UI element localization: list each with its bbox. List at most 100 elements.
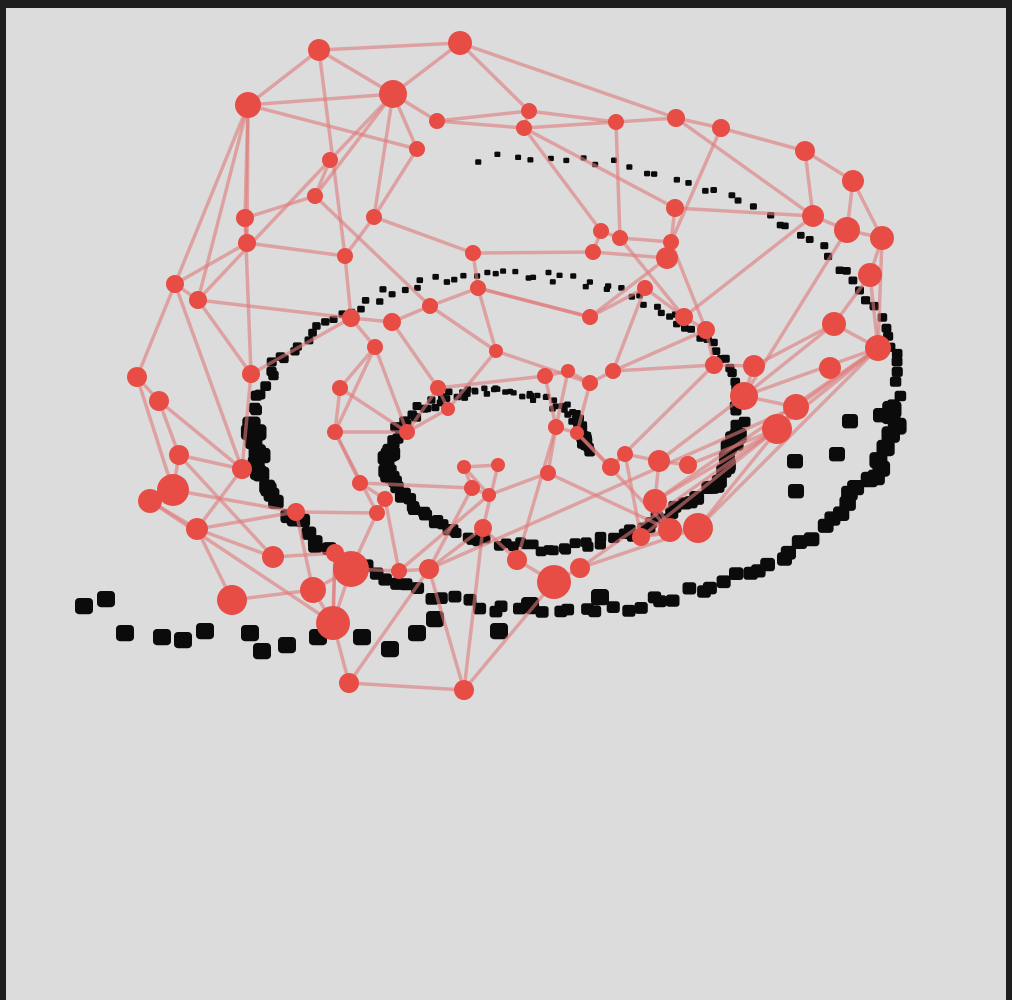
point-cloud-point bbox=[494, 386, 501, 392]
point-cloud-point bbox=[829, 447, 845, 462]
point-cloud-point bbox=[408, 625, 426, 642]
graph-node bbox=[300, 577, 326, 603]
graph-node bbox=[316, 606, 350, 640]
point-cloud-point bbox=[881, 323, 892, 333]
point-cloud-point bbox=[483, 391, 491, 397]
point-cloud-point bbox=[75, 598, 93, 615]
graph-node bbox=[322, 152, 338, 168]
graph-node bbox=[262, 546, 284, 568]
graph-edge bbox=[719, 126, 807, 153]
point-cloud-point bbox=[545, 269, 552, 276]
graph-node bbox=[858, 263, 882, 287]
graph-edge bbox=[458, 41, 678, 120]
point-cloud-point bbox=[558, 543, 570, 554]
point-cloud-point bbox=[534, 392, 541, 399]
graph-node bbox=[570, 558, 590, 578]
graph-edge bbox=[522, 126, 603, 233]
point-cloud-point bbox=[842, 414, 858, 429]
graph-node bbox=[138, 489, 162, 513]
point-cloud-point bbox=[734, 197, 742, 204]
graph-node bbox=[307, 188, 323, 204]
graph-node bbox=[593, 223, 609, 239]
point-cloud-point bbox=[591, 589, 609, 606]
graph-edge bbox=[246, 92, 395, 107]
point-cloud-point bbox=[451, 276, 458, 283]
point-cloud-point bbox=[510, 390, 517, 396]
point-cloud-point bbox=[665, 594, 680, 607]
point-cloud-point bbox=[481, 385, 488, 392]
graph-node bbox=[582, 309, 598, 325]
point-cloud-point bbox=[570, 273, 577, 279]
point-cloud-point bbox=[174, 632, 192, 649]
point-cloud-point bbox=[500, 268, 507, 274]
graph-edge bbox=[436, 374, 547, 390]
point-cloud-point bbox=[622, 604, 636, 617]
graph-edge bbox=[317, 41, 462, 52]
graph-node bbox=[399, 424, 415, 440]
graph-node bbox=[419, 559, 439, 579]
point-cloud-point bbox=[781, 222, 789, 230]
graph-node bbox=[705, 356, 723, 374]
graph-node bbox=[537, 368, 553, 384]
point-cloud-point bbox=[728, 192, 736, 199]
graph-edge bbox=[527, 109, 618, 124]
graph-node bbox=[612, 230, 628, 246]
graph-node bbox=[464, 480, 480, 496]
graph-edge bbox=[249, 316, 353, 376]
point-cloud-point bbox=[647, 591, 662, 604]
3d-viewport[interactable] bbox=[6, 8, 1006, 1000]
graph-edge bbox=[333, 430, 379, 515]
point-cloud-point bbox=[530, 274, 537, 280]
graph-node bbox=[369, 505, 385, 521]
point-cloud-point bbox=[376, 298, 384, 305]
graph-node bbox=[383, 313, 401, 331]
point-cloud-point bbox=[97, 591, 115, 608]
graph-node bbox=[834, 217, 860, 243]
point-cloud-point bbox=[581, 603, 595, 615]
graph-node bbox=[232, 459, 252, 479]
point-cloud-point bbox=[484, 269, 491, 276]
graph-node bbox=[802, 205, 824, 227]
graph-node bbox=[730, 382, 758, 410]
graph-edge bbox=[876, 236, 884, 350]
graph-node bbox=[548, 419, 564, 435]
point-cloud-point bbox=[460, 272, 467, 279]
graph-edge bbox=[196, 103, 250, 302]
graph-edge bbox=[245, 241, 347, 258]
point-cloud-point bbox=[475, 159, 482, 165]
graph-node bbox=[795, 141, 815, 161]
scene-canvas[interactable] bbox=[6, 8, 1006, 1000]
point-cloud-point bbox=[716, 575, 731, 589]
point-cloud-point bbox=[788, 484, 804, 499]
graph-node bbox=[658, 518, 682, 542]
graph-node bbox=[470, 280, 486, 296]
graph-node bbox=[457, 460, 471, 474]
graph-node bbox=[236, 209, 254, 227]
point-cloud-point bbox=[388, 291, 396, 298]
graph-edge bbox=[471, 250, 595, 255]
point-cloud-point bbox=[777, 552, 792, 566]
graph-node bbox=[422, 298, 438, 314]
graph-node bbox=[377, 491, 393, 507]
graph-edge bbox=[462, 580, 556, 692]
graph-node bbox=[643, 489, 667, 513]
point-cloud-point bbox=[549, 279, 556, 285]
point-cloud-point bbox=[401, 286, 409, 294]
graph-node bbox=[608, 114, 624, 130]
graph-node bbox=[332, 380, 348, 396]
point-cloud-point bbox=[564, 411, 572, 418]
graph-node bbox=[561, 364, 575, 378]
graph-node bbox=[865, 335, 891, 361]
point-cloud-point bbox=[353, 629, 371, 646]
graph-edge bbox=[522, 126, 677, 210]
graph-node bbox=[507, 550, 527, 570]
point-cloud-point bbox=[432, 273, 439, 280]
graph-edge bbox=[195, 467, 244, 531]
graph-node bbox=[235, 92, 261, 118]
graph-node bbox=[632, 528, 650, 546]
graph-node bbox=[217, 585, 247, 615]
point-cloud-point bbox=[727, 368, 737, 378]
point-cloud-point bbox=[586, 279, 593, 285]
graph-node bbox=[430, 380, 446, 396]
graph-node bbox=[617, 446, 633, 462]
